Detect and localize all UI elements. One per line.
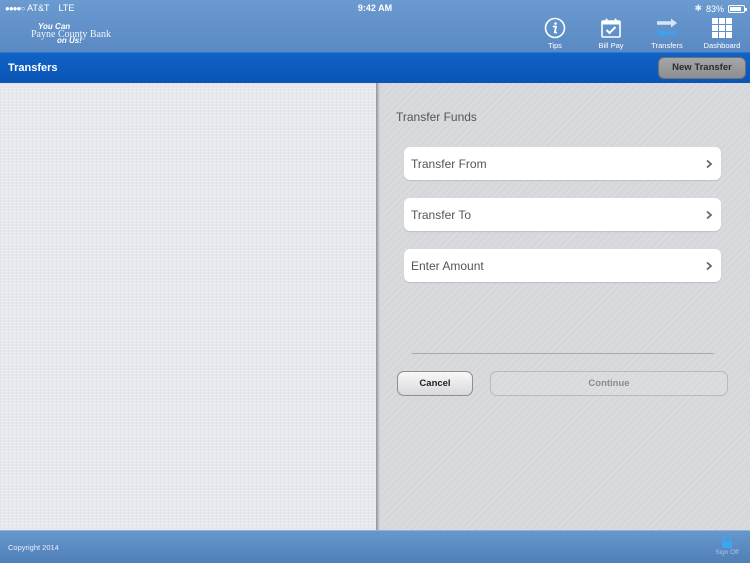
transfer-to-field[interactable]: Transfer To: [404, 198, 721, 231]
logo-line3: on Us!: [57, 36, 82, 45]
status-time: 9:42 AM: [357, 3, 393, 13]
transfer-from-label: Transfer From: [411, 156, 487, 171]
nav-transfers-label: Transfers: [651, 41, 683, 50]
nav-tips[interactable]: Tips: [527, 17, 583, 50]
sign-off-label: Sign Off: [715, 549, 739, 556]
footer: Copyright 2014 Sign Off: [0, 530, 750, 563]
grid-icon: [712, 18, 732, 38]
bluetooth-icon: ✱: [694, 3, 702, 13]
nav-bill-pay-label: Bill Pay: [598, 41, 624, 50]
cancel-button[interactable]: Cancel: [397, 371, 473, 396]
copyright-text: Copyright 2014: [8, 543, 59, 552]
transfer-to-label: Transfer To: [411, 207, 472, 222]
battery-status: ✱ 83%: [694, 3, 747, 14]
nav-bill-pay[interactable]: Bill Pay: [583, 17, 639, 50]
chevron-right-icon: [706, 210, 713, 219]
title-bar: Transfers New Transfer: [0, 52, 750, 83]
lock-icon: [722, 535, 732, 548]
new-transfer-button[interactable]: New Transfer: [658, 57, 746, 79]
nav-transfers[interactable]: Transfers: [639, 17, 695, 50]
info-icon: [544, 17, 566, 39]
transfer-arrows-icon: [657, 18, 677, 38]
status-bar: ●●●●○ AT&T LTE 9:42 AM ✱ 83%: [0, 0, 750, 16]
battery-fill: [730, 6, 741, 11]
battery-icon: [728, 4, 747, 13]
calendar-check-icon: [601, 18, 621, 38]
chevron-right-icon: [706, 159, 713, 168]
page-title: Transfers: [8, 62, 58, 74]
form-separator: [412, 353, 714, 354]
bank-logo: You Can Payne County Bank on Us!: [31, 22, 111, 46]
enter-amount-label: Enter Amount: [411, 258, 484, 273]
app-header: ●●●●○ AT&T LTE 9:42 AM ✱ 83% You Can Pay…: [0, 0, 750, 52]
nav-dashboard-label: Dashboard: [703, 41, 741, 50]
nav-tips-label: Tips: [548, 41, 562, 50]
continue-button[interactable]: Continue: [490, 371, 728, 396]
chevron-right-icon: [706, 261, 713, 270]
transfer-from-field[interactable]: Transfer From: [404, 147, 721, 180]
master-pane: [0, 83, 377, 530]
nav-dashboard[interactable]: Dashboard: [694, 17, 750, 50]
battery-percent: 83%: [705, 3, 724, 14]
transfer-form-pane: Transfer Funds Transfer From Transfer To…: [380, 83, 750, 530]
section-title: Transfer Funds: [396, 110, 477, 124]
sign-off-button[interactable]: Sign Off: [710, 535, 744, 556]
enter-amount-field[interactable]: Enter Amount: [404, 249, 721, 282]
